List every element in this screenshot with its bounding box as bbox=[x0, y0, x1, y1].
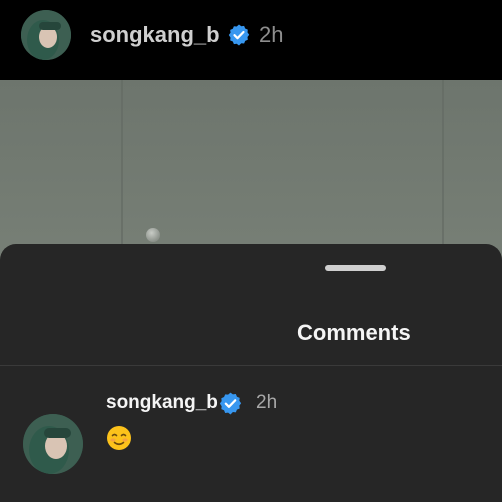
smiling-face-icon bbox=[107, 426, 131, 450]
story-header: songkang_b 2h bbox=[0, 0, 502, 80]
comment-avatar[interactable] bbox=[23, 414, 83, 474]
verified-badge-icon bbox=[228, 24, 250, 46]
story-username[interactable]: songkang_b bbox=[90, 22, 220, 48]
sheet-drag-handle[interactable] bbox=[325, 265, 386, 271]
profile-avatar[interactable] bbox=[21, 10, 71, 60]
wall-seam bbox=[442, 80, 444, 260]
story-image[interactable] bbox=[0, 80, 502, 260]
story-time: 2h bbox=[259, 22, 284, 47]
comment-time: 2h bbox=[256, 392, 278, 413]
comment-text: ☺️ bbox=[106, 425, 132, 459]
wall-seam bbox=[121, 80, 123, 260]
comments-sheet: Comments songkang_b 2h ☺️ bbox=[0, 244, 502, 502]
verified-badge-icon bbox=[219, 392, 242, 415]
comment-username[interactable]: songkang_b bbox=[106, 392, 218, 414]
comments-title: Comments bbox=[297, 320, 411, 345]
divider bbox=[0, 365, 502, 366]
wall-knob bbox=[146, 228, 160, 242]
